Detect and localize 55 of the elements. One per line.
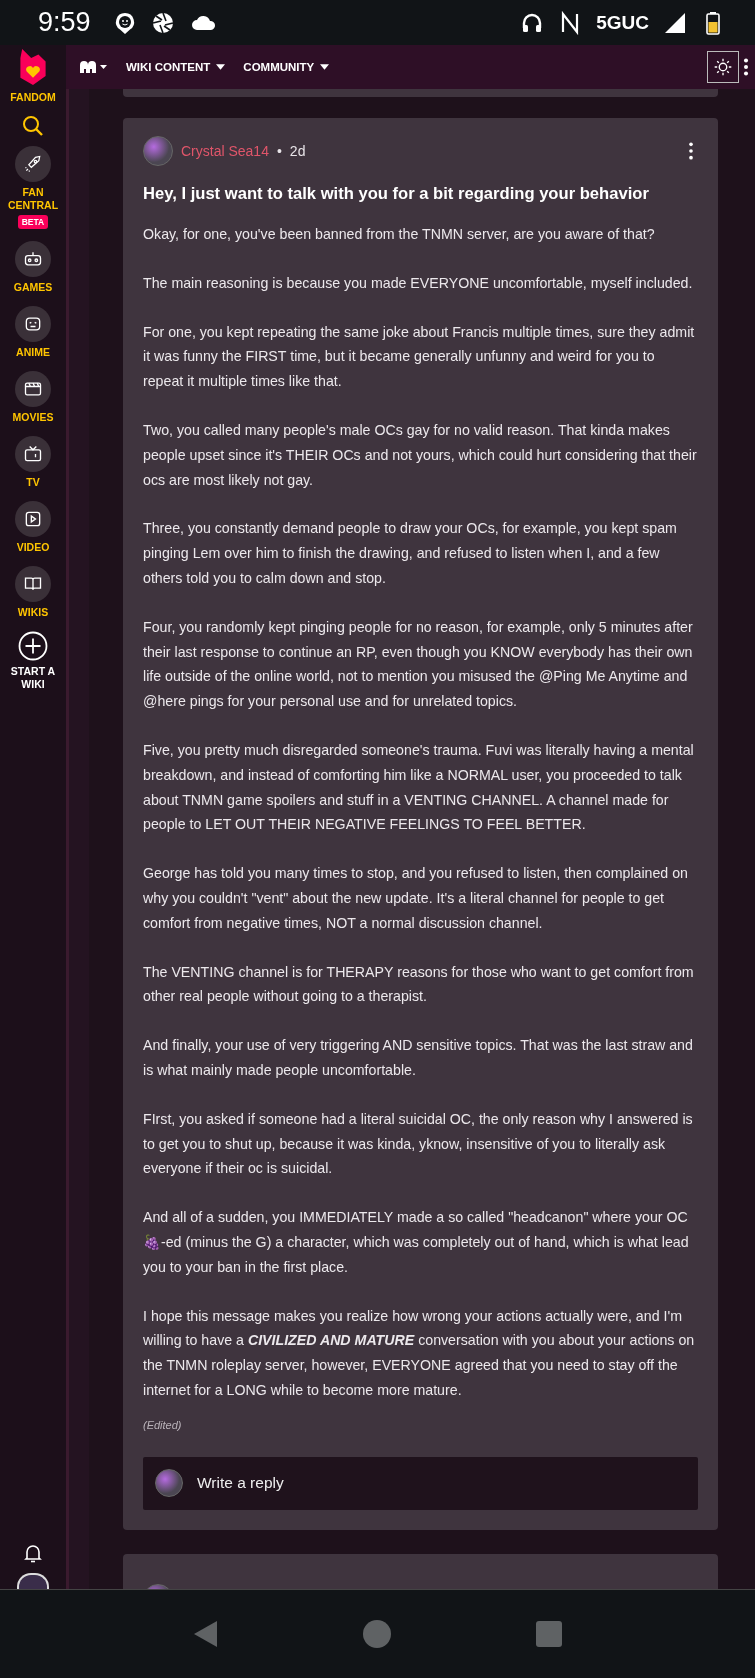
caret-icon — [320, 64, 330, 70]
sun-icon — [713, 57, 733, 77]
nav-menu-item[interactable]: COMMUNITY — [243, 61, 330, 73]
sidebar-item[interactable]: WIKIS — [2, 606, 64, 619]
plus-icon[interactable] — [18, 631, 48, 661]
post-paragraph: The main reasoning is because you made EVERYONE uncomfortable, myself included. — [143, 273, 694, 293]
post-paragraph: And finally, your use of very triggering AND sensitive topics. That was the last straw and is what mainly made people uncomfortable. — [143, 1036, 694, 1080]
post-paragraph: George has told you many times to stop, and you refused to listen, then complained on why you couldn't "vent" about the new update. It's a literal channel for people to get comfort from negative times, NOT a normal discussion channel. — [143, 864, 689, 933]
tv-icon[interactable] — [15, 436, 51, 472]
sidebar-item[interactable]: MOVIES — [2, 411, 64, 424]
caret-icon — [216, 64, 226, 70]
play-icon[interactable] — [15, 501, 51, 537]
post-paragraph: Okay, for one, you've been banned from the TNMN server, are you aware of that? — [143, 225, 656, 244]
user-avatar[interactable] — [17, 1573, 49, 1589]
post-paragraph: For one, you kept repeating the same joke about Francis multiple times, sure they admit it was funny the FIRST time, but it became generally unfunny and weird for you to repeat it multiple times like that. — [143, 322, 696, 392]
open-book-icon[interactable] — [15, 566, 51, 602]
post-paragraph: Two, you called many people's male OCs gay for no valid reason. That kinda makes people upset since it's THEIR OCs and not yours, which could hurt considering that their ocs are most likely not gay. — [143, 421, 698, 490]
sidebar-item[interactable]: FAN CENTRAL — [2, 186, 64, 212]
beta-badge: BETA — [17, 215, 49, 229]
post-paragraph: The VENTING channel is for THERAPY reasons for those who want to get comfort from other real people without going to a therapist. — [143, 962, 695, 1007]
edited-note: (Edited) — [143, 1418, 183, 1431]
post-title: Hey, I just want to talk with you for a bit regarding your behavior — [143, 184, 650, 204]
start-wiki-label[interactable]: START A WIKI — [2, 665, 64, 691]
recents-icon[interactable] — [534, 1619, 565, 1649]
home-icon[interactable] — [362, 1619, 393, 1649]
separator-dot: • — [276, 143, 282, 159]
author-avatar — [143, 136, 173, 166]
controller-icon[interactable] — [15, 241, 51, 277]
post-paragraph: I hope this message makes you realize how wrong your actions actually were, and I'm willing to have a CIVILIZED AND MATURE conversation with you about your actions on the TNMN roleplay server, however, EVERYONE agreed that you need to stay off the internet for a LONG while to become more mature. — [143, 1306, 696, 1400]
logo-label: FANDOM — [9, 91, 57, 104]
clapperboard-icon[interactable] — [15, 371, 51, 407]
wiki-logo-dropdown-icon[interactable] — [78, 59, 108, 75]
clock-time: 9:59 — [38, 7, 91, 38]
reply-input[interactable]: Write a reply — [195, 1473, 686, 1494]
post-paragraph: And all of a sudden, you IMMEDIATELY made a so called "headcanon" where your OC 🍇-ed (minus the G) a character, which was completely out of hand, which is what lead you to your ban in the first place. — [143, 1208, 690, 1277]
sidebar-item[interactable]: ANIME — [2, 346, 64, 359]
more-icon[interactable] — [743, 56, 749, 78]
sidebar-item[interactable]: GAMES — [2, 281, 64, 294]
aperture-icon — [150, 10, 175, 35]
post-paragraph: FIrst, you asked if someone had a literal suicidal OC, the only reason why I answered is to get you to shut up, because it was kinda, yknow, insensitive of you to literally ask everyone if their oc is suicidal. — [143, 1109, 694, 1179]
mask-face-icon[interactable] — [15, 306, 51, 342]
search-icon[interactable] — [21, 114, 45, 138]
more-icon[interactable] — [688, 141, 694, 161]
nav-menu-item[interactable]: WIKI CONTENT — [126, 61, 226, 73]
post-paragraph: Three, you constantly demand people to draw your OCs, for example, you kept spam pinging Lem over him to finish the drawing, and refused to listen when I, and a few others told you to calm down and stop. — [143, 519, 678, 588]
rocket-icon[interactable] — [15, 146, 51, 182]
post-paragraph: Five, you pretty much disregarded someone's trauma. Fuvi was literally having a mental breakdown, and instead of comforting him like a NORMAL user, you proceeded to talk about TNMN game spoilers and stuff in a VENTING CHANNEL. A channel made for people to LET OUT THEIR NEGATIVE FEELINGS TO FEEL BETTER. — [143, 740, 695, 835]
post-time: 2d — [289, 143, 306, 159]
sidebar-item[interactable]: VIDEO — [2, 541, 64, 554]
reply-field[interactable]: Write a reply — [143, 1456, 698, 1510]
network-type: 5GUC — [596, 11, 649, 34]
theme-toggle-button[interactable] — [707, 51, 739, 83]
user-avatar — [155, 1469, 183, 1498]
sidebar-item[interactable]: TV — [2, 476, 64, 489]
post-paragraph: Four, you randomly kept pinging people for no reason, for example, only 5 minutes after their last response to continue an RP, even though you KNOW everybody has their own life outside of the online world, not to mention you misused the @Ping Me Anytime and @here pings for your personal use and for unrelated topics. — [143, 617, 694, 712]
